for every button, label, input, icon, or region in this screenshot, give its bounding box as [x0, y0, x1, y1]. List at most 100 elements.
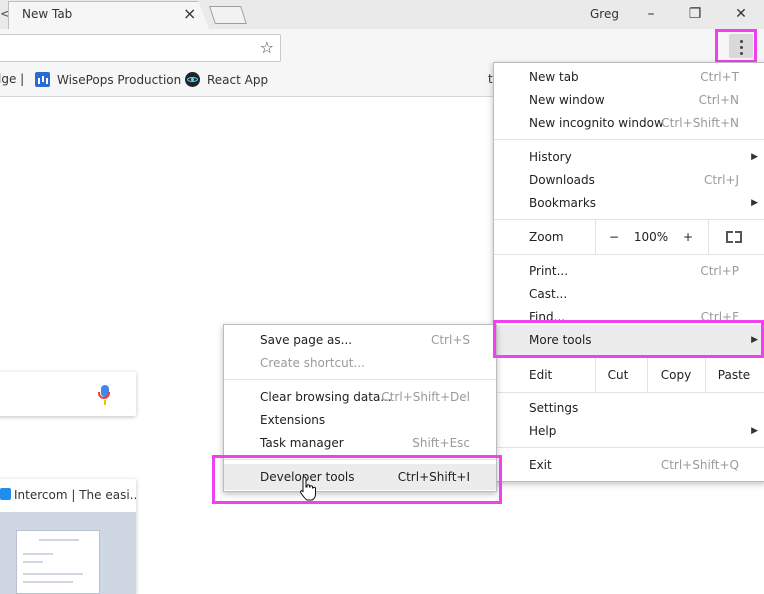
menu-item-label: Create shortcut... [260, 356, 365, 370]
menu-item-label: Exit [529, 458, 552, 472]
menu-item-shortcut: Shift+Esc [412, 436, 470, 450]
menu-item-label: New tab [529, 70, 579, 84]
menu-item-bookmarks[interactable]: Bookmarks ▶ [494, 192, 764, 215]
thumbnail-line [39, 539, 79, 541]
menu-item-label: Print... [529, 264, 569, 278]
menu-item-label: Save page as... [260, 333, 353, 347]
menu-item-cast[interactable]: Cast... [494, 283, 764, 306]
menu-item-shortcut: Ctrl+Shift+Q [660, 458, 739, 472]
bookmark-label: React App [207, 73, 269, 87]
copy-button[interactable]: Copy [648, 358, 704, 392]
menu-item-shortcut: Ctrl+S [430, 333, 470, 347]
menu-item-print[interactable]: Print... Ctrl+P [494, 260, 764, 283]
menu-separator [494, 254, 764, 255]
menu-item-task-manager[interactable]: Task manager Shift+Esc [224, 432, 496, 455]
menu-item-shortcut: Ctrl+Shift+Del [381, 390, 470, 404]
menu-item-shortcut: Ctrl+J [704, 173, 739, 187]
bookmark-star-icon[interactable]: ☆ [260, 38, 274, 57]
title-bar: < New Tab × Greg – ❐ ✕ [0, 0, 764, 30]
bookmark-label: t [488, 72, 493, 86]
menu-item-new-window[interactable]: New window Ctrl+N [494, 89, 764, 112]
bookmark-label: WisePops Production [57, 73, 182, 87]
fullscreen-corner [735, 237, 742, 243]
menu-item-label: Extensions [260, 413, 326, 427]
bookmark-label: lge | [0, 72, 25, 86]
most-visited-tile[interactable]: Intercom | The easi... [0, 479, 136, 594]
fullscreen-corner [726, 237, 733, 243]
zoom-level: 100% [633, 230, 669, 244]
toolbar: ☆ [0, 29, 764, 64]
edit-label: Edit [529, 368, 553, 382]
menu-item-label: Settings [529, 401, 579, 415]
profile-name[interactable]: Greg [590, 7, 619, 21]
bookmark-item[interactable]: lge | [0, 72, 24, 86]
zoom-divider [708, 220, 709, 254]
tile-thumbnail [0, 512, 136, 594]
menu-separator [494, 447, 764, 448]
menu-item-label: New window [529, 93, 605, 107]
bookmark-item[interactable]: t [488, 72, 493, 86]
menu-separator [494, 139, 764, 140]
menu-item-label: Clear browsing data... [260, 390, 392, 404]
bookmark-react-app[interactable]: React App [185, 72, 268, 87]
menu-item-exit[interactable]: Exit Ctrl+Shift+Q [494, 454, 764, 477]
menu-item-extensions[interactable]: Extensions [224, 409, 496, 432]
chrome-main-menu: New tab Ctrl+T New window Ctrl+N New inc… [493, 62, 764, 482]
menu-item-create-shortcut[interactable]: Create shortcut... [224, 352, 496, 375]
tab-close-icon[interactable]: × [183, 5, 196, 23]
zoom-in-button[interactable]: + [676, 220, 700, 254]
developer-tools-highlight [212, 455, 502, 504]
microphone-icon[interactable] [98, 385, 110, 399]
new-tab-button[interactable] [209, 6, 247, 24]
google-search-box[interactable] [0, 372, 136, 416]
thumbnail-line [23, 561, 43, 563]
thumbnail-line [23, 553, 53, 555]
thumbnail-line [23, 581, 73, 583]
close-window-button[interactable]: ✕ [726, 3, 756, 25]
cut-button[interactable]: Cut [596, 358, 640, 392]
menu-item-label: Task manager [260, 436, 344, 450]
menu-item-clear-browsing-data[interactable]: Clear browsing data... Ctrl+Shift+Del [224, 386, 496, 409]
thumbnail-page [16, 530, 100, 594]
bookmark-wisepops[interactable]: WisePops Production [35, 72, 181, 87]
menu-item-label: Bookmarks [529, 196, 597, 210]
restore-button[interactable]: ❐ [680, 3, 710, 25]
tab-title: New Tab [22, 7, 73, 21]
menu-item-label: History [529, 150, 572, 164]
zoom-divider [595, 220, 596, 254]
menu-row-edit: Edit Cut Copy Paste [494, 358, 764, 392]
menu-separator [494, 392, 764, 393]
fullscreen-icon[interactable] [726, 231, 742, 243]
menu-item-label: Help [529, 424, 557, 438]
submenu-arrow-icon: ▶ [751, 152, 758, 162]
minimize-button[interactable]: – [636, 3, 666, 25]
menu-item-shortcut: Ctrl+N [698, 93, 739, 107]
address-bar[interactable]: ☆ [0, 34, 281, 62]
react-icon [185, 72, 200, 87]
menu-item-help[interactable]: Help ▶ [494, 420, 764, 443]
menu-item-save-page[interactable]: Save page as... Ctrl+S [224, 329, 496, 352]
menu-button-highlight [715, 29, 757, 63]
menu-item-shortcut: Ctrl+T [700, 70, 739, 84]
menu-item-settings[interactable]: Settings [494, 397, 764, 420]
tile-title: Intercom | The easi... [14, 488, 136, 502]
menu-row-zoom: Zoom − 100% + [494, 220, 764, 254]
menu-item-downloads[interactable]: Downloads Ctrl+J [494, 169, 764, 192]
submenu-arrow-icon: ▶ [751, 426, 758, 436]
intercom-icon [0, 488, 11, 500]
menu-item-history[interactable]: History ▶ [494, 146, 764, 169]
menu-item-new-tab[interactable]: New tab Ctrl+T [494, 66, 764, 89]
thumbnail-line [23, 573, 83, 575]
submenu-arrow-icon: ▶ [751, 198, 758, 208]
microphone-stand [104, 400, 106, 405]
menu-separator [224, 379, 496, 380]
wisepops-icon [35, 72, 50, 87]
menu-item-shortcut: Ctrl+Shift+N [661, 116, 739, 130]
menu-item-new-incognito-window[interactable]: New incognito window Ctrl+Shift+N [494, 112, 764, 135]
paste-button[interactable]: Paste [706, 358, 762, 392]
menu-item-shortcut: Ctrl+P [700, 264, 739, 278]
more-tools-highlight [493, 320, 764, 358]
menu-item-label: New incognito window [529, 116, 664, 130]
zoom-out-button[interactable]: − [602, 220, 626, 254]
menu-item-label: Cast... [529, 287, 568, 301]
